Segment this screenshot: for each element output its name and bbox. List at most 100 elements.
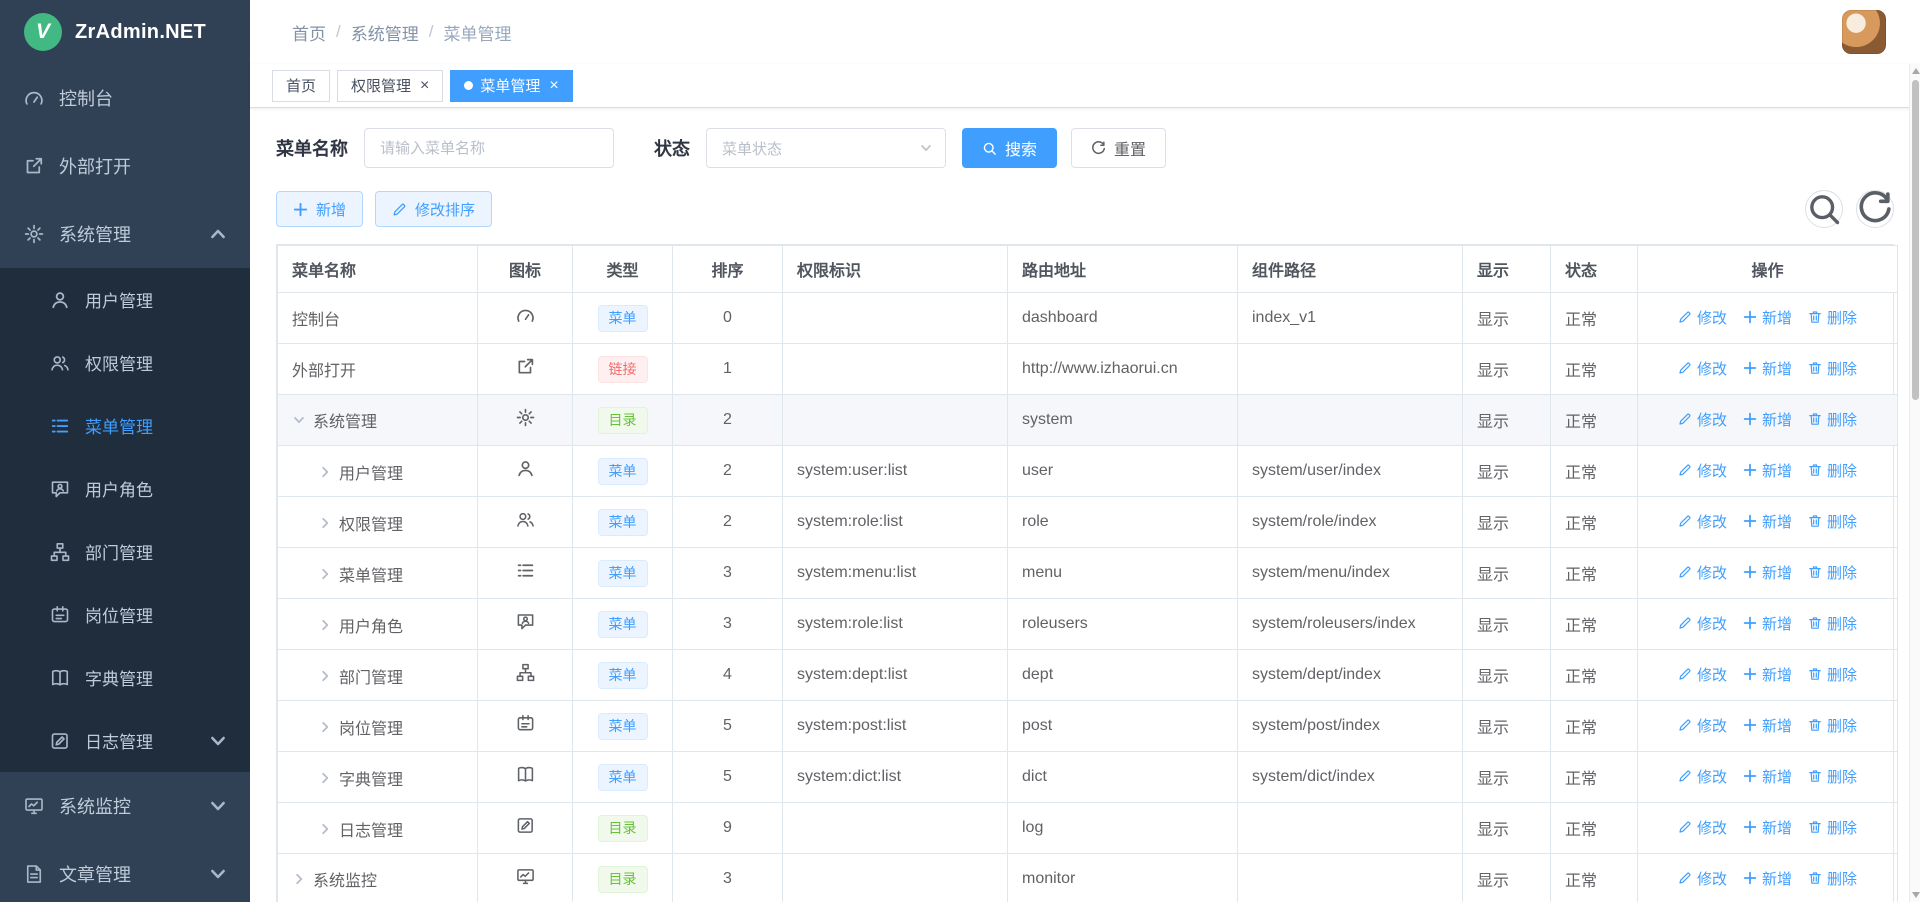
actions-cell: 修改新增删除 [1638,599,1898,650]
plus-icon [1743,616,1757,630]
plus-icon [1743,463,1757,477]
action-label: 新增 [1762,409,1792,430]
row-edit-button[interactable]: 修改 [1678,562,1727,583]
select-caret-icon [919,141,933,155]
tree-expand-icon[interactable] [318,567,332,581]
user-avatar[interactable] [1842,10,1886,54]
row-delete-button[interactable]: 删除 [1808,715,1857,736]
sidebar-item-user-manage[interactable]: 用户管理 [0,268,250,331]
row-delete-button[interactable]: 删除 [1808,868,1857,889]
visible-cell: 显示 [1463,344,1551,395]
row-add-button[interactable]: 新增 [1743,664,1792,685]
row-add-button[interactable]: 新增 [1743,868,1792,889]
row-edit-button[interactable]: 修改 [1678,511,1727,532]
search-button[interactable]: 搜索 [962,128,1057,168]
sidebar-item-post-manage[interactable]: 岗位管理 [0,583,250,646]
log-icon [50,731,70,751]
tree-expand-icon[interactable] [318,465,332,479]
row-edit-button[interactable]: 修改 [1678,868,1727,889]
action-label: 删除 [1827,817,1857,838]
page-scrollbar[interactable] [1909,64,1920,902]
row-delete-button[interactable]: 删除 [1808,817,1857,838]
row-edit-button[interactable]: 修改 [1678,460,1727,481]
menu-name-cell: 菜单管理 [278,548,478,599]
plus-icon [1743,718,1757,732]
row-add-button[interactable]: 新增 [1743,307,1792,328]
row-add-button[interactable]: 新增 [1743,562,1792,583]
row-edit-button[interactable]: 修改 [1678,817,1727,838]
status-select[interactable]: 菜单状态 [706,128,946,168]
tree-expand-icon[interactable] [318,720,332,734]
row-add-button[interactable]: 新增 [1743,460,1792,481]
action-label: 删除 [1827,868,1857,889]
tree-expand-icon[interactable] [318,618,332,632]
row-add-button[interactable]: 新增 [1743,358,1792,379]
edit-icon [1678,412,1692,426]
row-edit-button[interactable]: 修改 [1678,664,1727,685]
menu-name-input[interactable] [364,128,614,168]
tree-expand-icon[interactable] [318,771,332,785]
row-add-button[interactable]: 新增 [1743,511,1792,532]
row-add-button[interactable]: 新增 [1743,613,1792,634]
table-search-toggle-button[interactable] [1805,190,1843,228]
scrollbar-thumb[interactable] [1912,80,1919,400]
sidebar-item-dict-manage[interactable]: 字典管理 [0,646,250,709]
tab-close-icon[interactable]: × [420,78,429,94]
row-edit-button[interactable]: 修改 [1678,766,1727,787]
breadcrumb-item[interactable]: 首页 [292,20,326,45]
status-cell: 正常 [1551,344,1638,395]
sidebar-item-system-manage[interactable]: 系统管理 [0,200,250,268]
tree-expand-icon[interactable] [318,669,332,683]
row-add-button[interactable]: 新增 [1743,715,1792,736]
type-tag: 菜单 [598,764,648,791]
row-delete-button[interactable]: 删除 [1808,562,1857,583]
sidebar-item-role-manage[interactable]: 权限管理 [0,331,250,394]
row-edit-button[interactable]: 修改 [1678,409,1727,430]
sidebar-item-menu-manage[interactable]: 菜单管理 [0,394,250,457]
external-link-icon [24,156,44,176]
sidebar-item-log-manage[interactable]: 日志管理 [0,709,250,772]
sort-button[interactable]: 修改排序 [375,191,492,227]
row-delete-button[interactable]: 删除 [1808,358,1857,379]
sort-cell: 3 [673,548,783,599]
add-button[interactable]: 新增 [276,191,363,227]
row-edit-button[interactable]: 修改 [1678,358,1727,379]
tab-role-manage[interactable]: 权限管理× [337,70,443,102]
row-delete-button[interactable]: 删除 [1808,460,1857,481]
actions-cell: 修改新增删除 [1638,446,1898,497]
tab-home[interactable]: 首页 [272,70,330,102]
row-delete-button[interactable]: 删除 [1808,307,1857,328]
row-delete-button[interactable]: 删除 [1808,664,1857,685]
scroll-up-arrow[interactable] [1912,68,1920,74]
row-edit-button[interactable]: 修改 [1678,613,1727,634]
row-add-button[interactable]: 新增 [1743,766,1792,787]
breadcrumb-item[interactable]: 系统管理 [351,20,419,45]
reset-button[interactable]: 重置 [1071,128,1166,168]
row-edit-button[interactable]: 修改 [1678,307,1727,328]
tree-expand-icon[interactable] [318,516,332,530]
table-refresh-button[interactable] [1856,190,1894,228]
scroll-down-arrow[interactable] [1912,892,1920,898]
tree-expand-icon[interactable] [292,872,306,886]
row-add-button[interactable]: 新增 [1743,409,1792,430]
icon-cell [478,446,573,497]
menu-name-cell: 日志管理 [278,803,478,854]
sidebar-item-console[interactable]: 控制台 [0,64,250,132]
row-edit-button[interactable]: 修改 [1678,715,1727,736]
sidebar-item-external-open[interactable]: 外部打开 [0,132,250,200]
tab-close-icon[interactable]: × [549,78,558,94]
sidebar-item-article-manage[interactable]: 文章管理 [0,840,250,902]
tree-expand-icon[interactable] [292,413,306,427]
tree-expand-icon[interactable] [318,822,332,836]
tab-menu-manage[interactable]: 菜单管理× [450,70,572,102]
row-delete-button[interactable]: 删除 [1808,409,1857,430]
row-delete-button[interactable]: 删除 [1808,613,1857,634]
row-delete-button[interactable]: 删除 [1808,511,1857,532]
sidebar-item-user-role[interactable]: 用户角色 [0,457,250,520]
row-delete-button[interactable]: 删除 [1808,766,1857,787]
visible-cell: 显示 [1463,293,1551,344]
row-add-button[interactable]: 新增 [1743,817,1792,838]
sidebar-item-system-monitor[interactable]: 系统监控 [0,772,250,840]
sidebar-item-dept-manage[interactable]: 部门管理 [0,520,250,583]
table-row: 菜单管理菜单3system:menu:listmenusystem/menu/i… [278,548,1898,599]
